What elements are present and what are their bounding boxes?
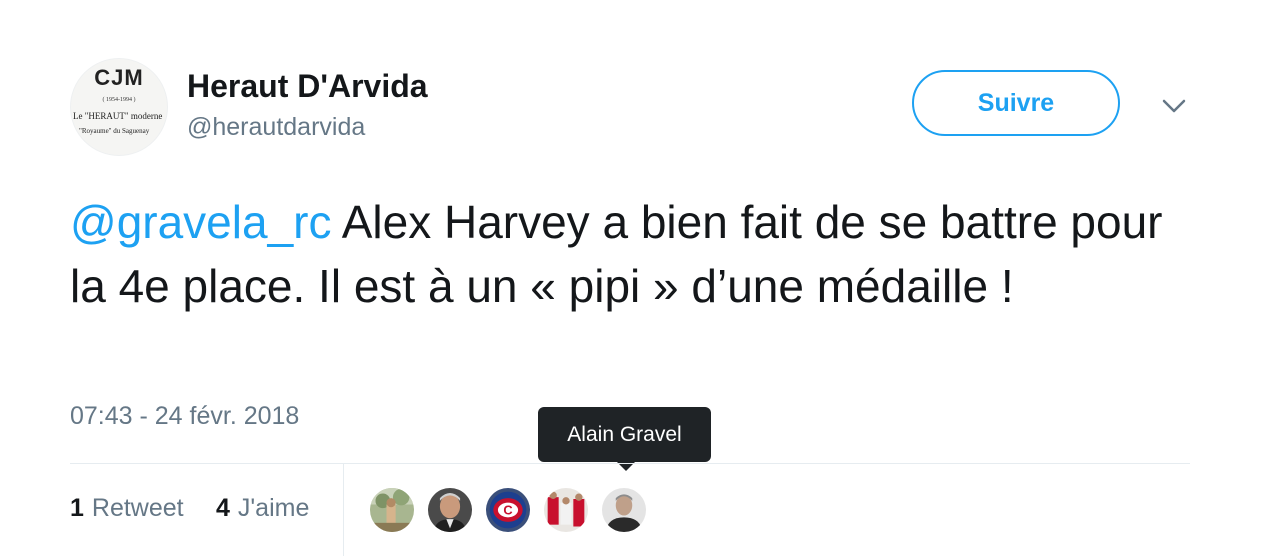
liker-tooltip: Alain Gravel [538, 407, 711, 462]
svg-text:C: C [503, 503, 512, 518]
mention-link[interactable]: @gravela_rc [70, 196, 331, 248]
likes-count: 4 [216, 494, 230, 522]
avatar-logo-line2: "Royaume" du Saguenay [79, 127, 150, 135]
tweet-timestamp[interactable]: 07:43 - 24 févr. 2018 [70, 402, 299, 431]
man-portrait-avatar[interactable] [426, 486, 474, 534]
canadiens-logo-avatar[interactable]: C [484, 486, 532, 534]
avatar-logo-title: CJM [94, 65, 144, 90]
follow-button[interactable]: Suivre [912, 70, 1120, 136]
avatar-logo-years: ( 1954-1994 ) [102, 97, 136, 103]
retweets-count: 1 [70, 494, 84, 522]
retweets-label: Retweet [91, 494, 184, 522]
hockey-players-avatar[interactable] [542, 486, 590, 534]
profile-avatar[interactable]: CJM ( 1954-1994 ) Le "HERAUT" moderne "R… [70, 58, 168, 156]
likes-stat[interactable]: 4 J'aime [216, 494, 309, 523]
likes-label: J'aime [237, 494, 310, 522]
chevron-down-icon[interactable] [1160, 92, 1188, 120]
account-handle[interactable]: @herautdarvida [187, 113, 365, 142]
outdoor-photo-avatar[interactable] [368, 486, 416, 534]
alain-gravel-avatar[interactable] [600, 486, 648, 534]
avatar-logo-line1: Le "HERAUT" moderne [73, 111, 163, 121]
stats-divider [343, 464, 344, 556]
tweet-text: @gravela_rc Alex Harvey a bien fait de s… [70, 190, 1190, 318]
account-display-name[interactable]: Heraut D'Arvida [187, 68, 428, 105]
divider [70, 463, 1190, 464]
retweets-stat[interactable]: 1 Retweet [70, 494, 184, 523]
